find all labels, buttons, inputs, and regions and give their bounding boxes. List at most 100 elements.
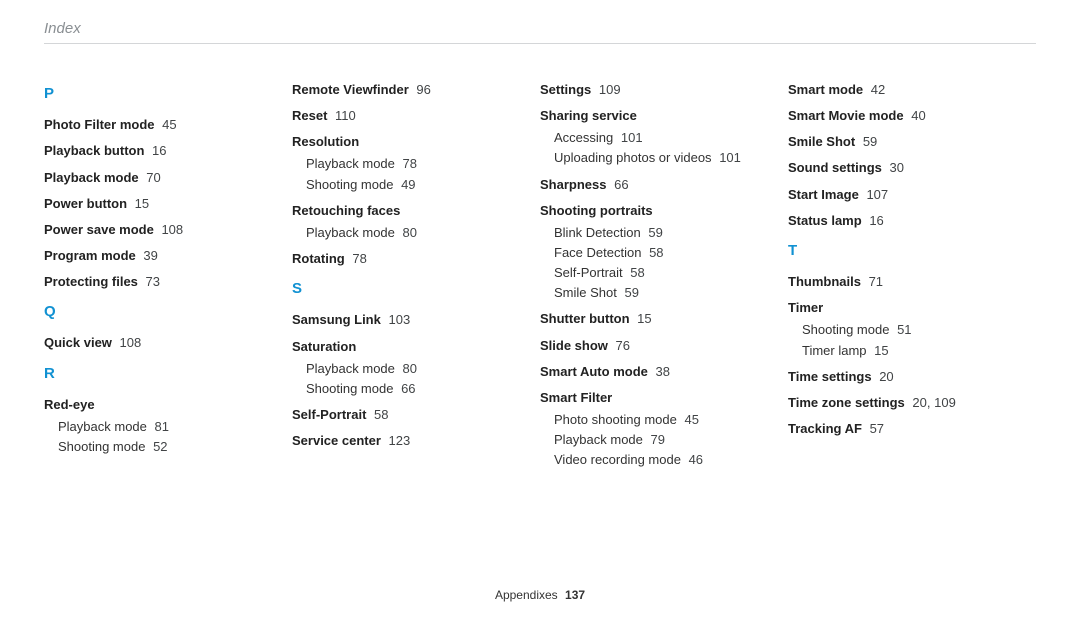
index-topic-label: Samsung Link 103	[292, 310, 530, 330]
topic-text: Smart Filter	[540, 390, 612, 405]
index-topic: Red-eyePlayback mode 81Shooting mode 52	[44, 395, 282, 457]
topic-text: Time settings	[788, 369, 872, 384]
topic-text: Smart mode	[788, 82, 863, 97]
index-subtopic: Shooting mode 52	[58, 437, 282, 457]
subtopic-text: Uploading photos or videos	[554, 150, 712, 165]
page-ref: 123	[389, 433, 411, 448]
page-ref: 59	[625, 285, 639, 300]
page-ref: 58	[374, 407, 388, 422]
index-subtopic: Accessing 101	[554, 128, 778, 148]
page-footer: Appendixes 137	[0, 588, 1080, 602]
page-ref: 42	[871, 82, 885, 97]
page-ref: 78	[403, 156, 417, 171]
index-topic-label: Smart Filter	[540, 388, 778, 408]
index-topic-label: Smart mode 42	[788, 80, 1026, 100]
topic-text: Saturation	[292, 339, 356, 354]
index-subtopic: Photo shooting mode 45	[554, 410, 778, 430]
topic-text: Playback mode	[44, 170, 139, 185]
index-subtopic: Shooting mode 66	[306, 379, 530, 399]
page-ref: 30	[890, 160, 904, 175]
index-topic: Service center 123	[292, 431, 530, 451]
subtopic-text: Playback mode	[58, 419, 147, 434]
index-topic-label: Start Image 107	[788, 185, 1026, 205]
page-ref: 46	[689, 452, 703, 467]
index-topic: SaturationPlayback mode 80Shooting mode …	[292, 337, 530, 399]
index-topic: Photo Filter mode 45	[44, 115, 282, 135]
topic-text: Retouching faces	[292, 203, 400, 218]
index-topic: Rotating 78	[292, 249, 530, 269]
index-topic: Remote Viewfinder 96	[292, 80, 530, 100]
page-ref: 58	[630, 265, 644, 280]
topic-text: Tracking AF	[788, 421, 862, 436]
topic-text: Slide show	[540, 338, 608, 353]
index-topic: Playback mode 70	[44, 168, 282, 188]
page-ref: 45	[162, 117, 176, 132]
topic-text: Photo Filter mode	[44, 117, 155, 132]
index-topic-label: Program mode 39	[44, 246, 282, 266]
page-ref: 38	[655, 364, 669, 379]
index-columns: PPhoto Filter mode 45Playback button 16P…	[44, 74, 1036, 474]
page-ref: 81	[155, 419, 169, 434]
index-topic-label: Smart Movie mode 40	[788, 106, 1026, 126]
index-topic-label: Resolution	[292, 132, 530, 152]
index-topic-label: Saturation	[292, 337, 530, 357]
page-ref: 66	[614, 177, 628, 192]
page-ref: 15	[135, 196, 149, 211]
index-topic: Settings 109	[540, 80, 778, 100]
index-topic: Thumbnails 71	[788, 272, 1026, 292]
page-ref: 15	[874, 343, 888, 358]
topic-text: Self-Portrait	[292, 407, 366, 422]
subtopic-text: Shooting mode	[306, 177, 393, 192]
index-topic-label: Photo Filter mode 45	[44, 115, 282, 135]
index-topic-label: Sound settings 30	[788, 158, 1026, 178]
index-subtopic: Smile Shot 59	[554, 283, 778, 303]
page-ref: 78	[352, 251, 366, 266]
topic-text: Resolution	[292, 134, 359, 149]
subtopic-text: Accessing	[554, 130, 613, 145]
index-topic: Power save mode 108	[44, 220, 282, 240]
index-topic: Power button 15	[44, 194, 282, 214]
index-subtopic: Self-Portrait 58	[554, 263, 778, 283]
index-topic-label: Time settings 20	[788, 367, 1026, 387]
page-ref: 96	[416, 82, 430, 97]
index-subtopic: Shooting mode 49	[306, 175, 530, 195]
index-topic: Sharpness 66	[540, 175, 778, 195]
subtopic-text: Self-Portrait	[554, 265, 623, 280]
topic-text: Shooting portraits	[540, 203, 653, 218]
page-ref: 66	[401, 381, 415, 396]
index-topic-label: Remote Viewfinder 96	[292, 80, 530, 100]
index-letter: T	[788, 239, 1026, 262]
page-ref: 108	[120, 335, 142, 350]
subtopic-text: Face Detection	[554, 245, 641, 260]
page-ref: 73	[146, 274, 160, 289]
topic-text: Quick view	[44, 335, 112, 350]
page-ref: 101	[621, 130, 643, 145]
page-ref: 16	[869, 213, 883, 228]
topic-text: Service center	[292, 433, 381, 448]
index-topic-label: Power save mode 108	[44, 220, 282, 240]
page-ref: 103	[388, 312, 410, 327]
index-topic-label: Retouching faces	[292, 201, 530, 221]
index-subtopic: Playback mode 78	[306, 154, 530, 174]
page-ref: 49	[401, 177, 415, 192]
index-column: Remote Viewfinder 96Reset 110ResolutionP…	[292, 74, 540, 474]
index-topic: Time zone settings 20, 109	[788, 393, 1026, 413]
index-topic-label: Status lamp 16	[788, 211, 1026, 231]
footer-section: Appendixes	[495, 588, 558, 602]
page-title: Index	[44, 20, 1036, 44]
page-ref: 20, 109	[912, 395, 955, 410]
index-topic-label: Slide show 76	[540, 336, 778, 356]
index-topic-label: Time zone settings 20, 109	[788, 393, 1026, 413]
index-topic-label: Power button 15	[44, 194, 282, 214]
index-subtopic: Shooting mode 51	[802, 320, 1026, 340]
index-topic: Quick view 108	[44, 333, 282, 353]
index-letter: P	[44, 82, 282, 105]
topic-text: Protecting files	[44, 274, 138, 289]
subtopic-text: Shooting mode	[802, 322, 889, 337]
topic-text: Time zone settings	[788, 395, 905, 410]
index-topic: Protecting files 73	[44, 272, 282, 292]
index-topic: Start Image 107	[788, 185, 1026, 205]
page-ref: 108	[161, 222, 183, 237]
index-topic: Sound settings 30	[788, 158, 1026, 178]
index-page: Index PPhoto Filter mode 45Playback butt…	[0, 0, 1080, 630]
